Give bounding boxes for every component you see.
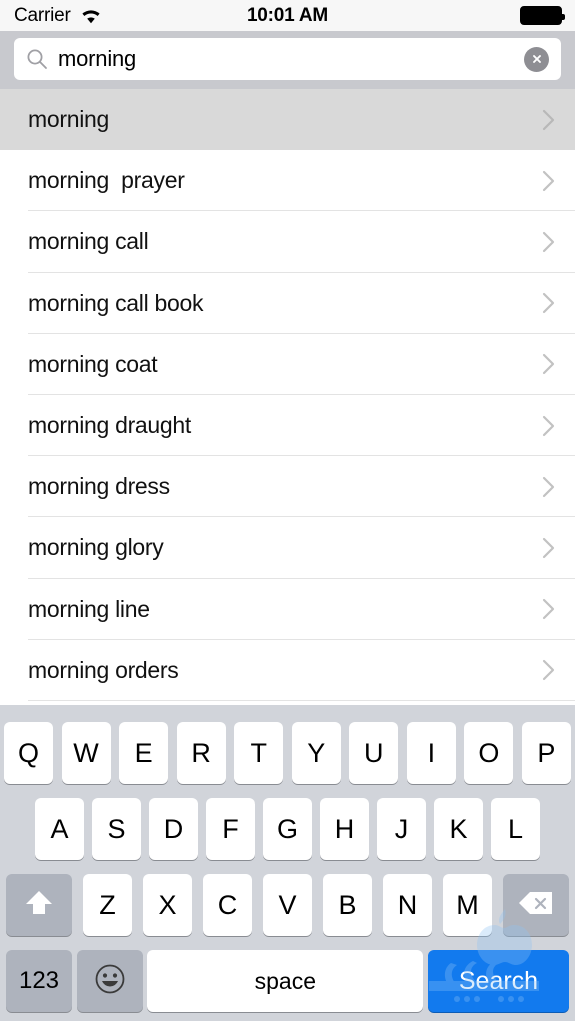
search-field[interactable]: morning (14, 38, 561, 80)
chevron-right-icon (541, 596, 557, 622)
battery-icon (520, 6, 565, 25)
suggestion-label: morning (28, 106, 109, 133)
key-c[interactable]: C (203, 874, 252, 936)
key-h[interactable]: H (320, 798, 369, 860)
key-z[interactable]: Z (83, 874, 132, 936)
keyboard-row-4: 123 space Search (0, 950, 575, 1012)
search-input[interactable]: morning (58, 46, 524, 72)
suggestion-label: morning draught (28, 412, 191, 439)
key-r[interactable]: R (176, 722, 226, 784)
list-item[interactable]: morning orders (0, 639, 575, 701)
chevron-right-icon (541, 168, 557, 194)
backspace-key[interactable] (503, 874, 569, 936)
carrier-label: Carrier (14, 4, 71, 26)
key-g[interactable]: G (263, 798, 312, 860)
shift-arrow-up-icon (22, 887, 56, 924)
list-item[interactable]: morning coat (0, 333, 575, 395)
list-item[interactable]: morning (0, 89, 575, 151)
keyboard-row-2: A S D F G H J K L (0, 798, 575, 860)
search-icon (26, 48, 58, 70)
chevron-right-icon (541, 474, 557, 500)
smiley-face-icon (93, 962, 127, 1001)
key-i[interactable]: I (406, 722, 456, 784)
key-f[interactable]: F (206, 798, 255, 860)
search-bar-container: morning (0, 31, 575, 89)
status-bar-left: Carrier (14, 0, 103, 31)
key-p[interactable]: P (521, 722, 571, 784)
key-s[interactable]: S (92, 798, 141, 860)
key-j[interactable]: J (377, 798, 426, 860)
key-o[interactable]: O (464, 722, 514, 784)
shift-key[interactable] (6, 874, 72, 936)
space-key[interactable]: space (147, 950, 424, 1012)
suggestion-label: morning call book (28, 289, 204, 316)
clock-label: 10:01 AM (246, 4, 329, 26)
chevron-right-icon (541, 107, 557, 133)
key-a[interactable]: A (35, 798, 84, 860)
suggestion-label: morning orders (28, 656, 179, 683)
search-submit-key[interactable]: Search (427, 950, 569, 1012)
key-y[interactable]: Y (291, 722, 341, 784)
suggestion-label: morning prayer (28, 167, 185, 194)
numeric-keyboard-key[interactable]: 123 (6, 950, 72, 1012)
on-screen-keyboard: Q W E R T Y U I O P A S D F G H J K L Z … (0, 705, 575, 1021)
key-n[interactable]: N (383, 874, 432, 936)
key-t[interactable]: T (234, 722, 284, 784)
keyboard-row-3: Z X C V B N M (0, 874, 575, 936)
list-item[interactable]: morning prayer (0, 150, 575, 212)
chevron-right-icon (541, 229, 557, 255)
wifi-icon (79, 7, 103, 24)
list-item[interactable]: morning draught (0, 394, 575, 457)
suggestion-label: morning line (28, 595, 150, 622)
list-item[interactable]: morning dress (0, 456, 575, 518)
key-k[interactable]: K (434, 798, 483, 860)
list-item[interactable]: morning call (0, 211, 575, 273)
chevron-right-icon (541, 535, 557, 561)
key-w[interactable]: W (61, 722, 111, 784)
keyboard-row-1: Q W E R T Y U I O P (0, 722, 575, 784)
chevron-right-icon (541, 351, 557, 377)
key-v[interactable]: V (263, 874, 312, 936)
list-item[interactable]: morning line (0, 578, 575, 640)
key-u[interactable]: U (349, 722, 399, 784)
status-bar: Carrier 10:01 AM (0, 0, 575, 31)
key-d[interactable]: D (149, 798, 198, 860)
chevron-right-icon (541, 657, 557, 683)
clear-search-icon[interactable] (524, 46, 549, 72)
key-b[interactable]: B (323, 874, 372, 936)
status-bar-right (520, 0, 565, 31)
row-separator (28, 699, 575, 701)
suggestions-list: morning morning prayer morning call morn… (0, 89, 575, 705)
key-m[interactable]: M (443, 874, 492, 936)
key-q[interactable]: Q (4, 722, 53, 784)
list-item[interactable]: morning call book (0, 272, 575, 334)
key-x[interactable]: X (143, 874, 192, 936)
backspace-delete-icon (517, 889, 555, 922)
emoji-keyboard-key[interactable] (76, 950, 143, 1012)
suggestion-label: morning coat (28, 350, 158, 377)
chevron-right-icon (541, 290, 557, 316)
iphone-screen: Carrier 10:01 AM morning morning morning… (0, 0, 575, 1021)
chevron-right-icon (541, 413, 557, 439)
suggestion-label: morning dress (28, 473, 170, 500)
key-e[interactable]: E (119, 722, 169, 784)
list-item[interactable]: morning glory (0, 517, 575, 579)
suggestion-label: morning call (28, 228, 149, 255)
key-l[interactable]: L (491, 798, 540, 860)
suggestion-label: morning glory (28, 534, 164, 561)
